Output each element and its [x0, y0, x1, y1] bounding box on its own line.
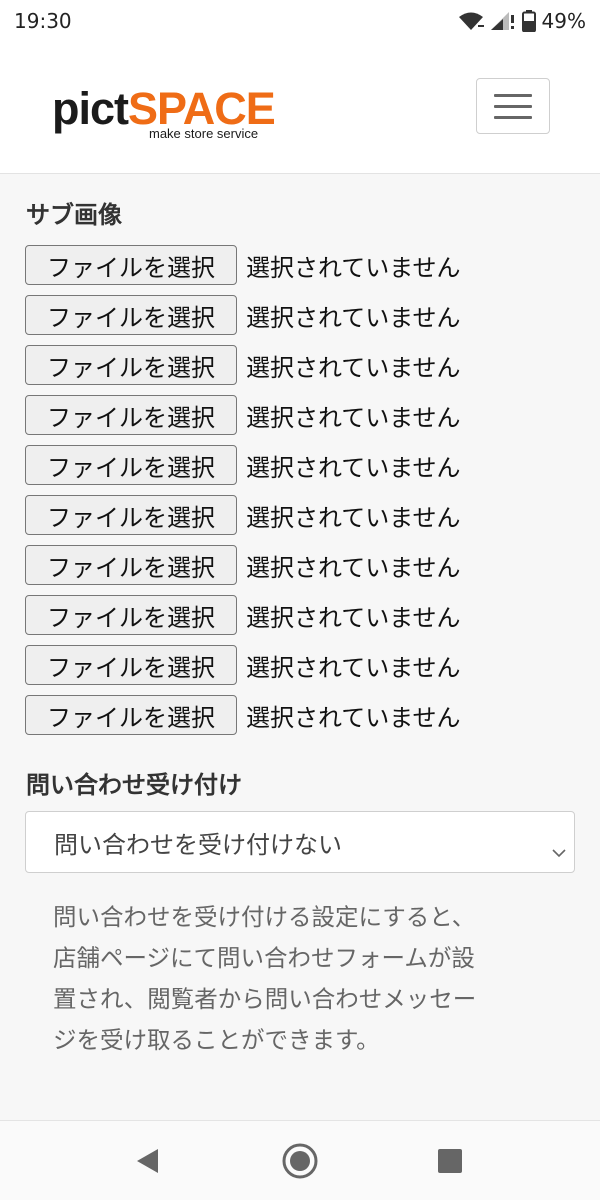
choose-file-button[interactable]: ファイルを選択 — [25, 245, 237, 285]
wifi-icon — [458, 11, 484, 31]
file-status-text: 選択されていません — [246, 403, 461, 432]
choose-file-button[interactable]: ファイルを選択 — [25, 445, 237, 485]
choose-file-button[interactable]: ファイルを選択 — [25, 295, 237, 335]
battery-icon — [521, 10, 536, 32]
choose-file-button[interactable]: ファイルを選択 — [25, 545, 237, 585]
menu-bar-icon — [494, 104, 532, 108]
inquiry-help-text: 問い合わせを受け付ける設定にすると、 店舗ページにて問い合わせフォームが設 置さ… — [53, 897, 553, 1061]
file-input-row: ファイルを選択 選択されていません — [25, 395, 461, 435]
inquiry-select-value: 問い合わせを受け付けない — [54, 830, 342, 859]
file-status-text: 選択されていません — [246, 503, 461, 532]
file-input-row: ファイルを選択 選択されていません — [25, 345, 461, 385]
chevron-down-icon — [552, 836, 566, 864]
help-line: ジを受け取ることができます。 — [53, 1026, 380, 1054]
help-line: 店舗ページにて問い合わせフォームが設 — [53, 944, 475, 972]
status-time: 19:30 — [14, 9, 72, 33]
file-status-text: 選択されていません — [246, 703, 461, 732]
file-status-text: 選択されていません — [246, 253, 461, 282]
choose-file-button[interactable]: ファイルを選択 — [25, 695, 237, 735]
inquiry-select[interactable]: 問い合わせを受け付けない — [25, 811, 575, 873]
cellular-signal-icon — [490, 11, 516, 31]
home-icon[interactable] — [281, 1142, 319, 1184]
logo-pict-text: pict — [52, 83, 129, 134]
file-input-row: ファイルを選択 選択されていません — [25, 245, 461, 285]
file-input-row: ファイルを選択 選択されていません — [25, 595, 461, 635]
choose-file-button[interactable]: ファイルを選択 — [25, 495, 237, 535]
menu-bar-icon — [494, 115, 532, 119]
file-status-text: 選択されていません — [246, 453, 461, 482]
logo-tagline: make store service — [149, 126, 259, 141]
file-status-text: 選択されていません — [246, 303, 461, 332]
status-icons: 49% — [458, 9, 586, 33]
navigation-bar — [0, 1120, 600, 1200]
choose-file-button[interactable]: ファイルを選択 — [25, 395, 237, 435]
hamburger-menu-button[interactable] — [476, 78, 550, 134]
file-input-row: ファイルを選択 選択されていません — [25, 495, 461, 535]
file-status-text: 選択されていません — [246, 553, 461, 582]
file-input-row: ファイルを選択 選択されていません — [25, 695, 461, 735]
status-bar: 19:30 49% — [0, 0, 600, 42]
help-line: 問い合わせを受け付ける設定にすると、 — [53, 903, 476, 931]
file-input-row: ファイルを選択 選択されていません — [25, 645, 461, 685]
main-content: サブ画像 ファイルを選択 選択されていません ファイルを選択 選択されていません… — [0, 175, 600, 1120]
recent-apps-icon[interactable] — [437, 1148, 463, 1178]
back-icon[interactable] — [134, 1147, 162, 1179]
file-input-row: ファイルを選択 選択されていません — [25, 545, 461, 585]
site-header: pictSPACE make store service — [0, 42, 600, 174]
battery-percent: 49% — [541, 9, 586, 33]
file-status-text: 選択されていません — [246, 353, 461, 382]
file-input-row: ファイルを選択 選択されていません — [25, 295, 461, 335]
inquiry-title: 問い合わせ受け付け — [26, 771, 242, 799]
menu-bar-icon — [494, 93, 532, 97]
file-status-text: 選択されていません — [246, 603, 461, 632]
choose-file-button[interactable]: ファイルを選択 — [25, 345, 237, 385]
choose-file-button[interactable]: ファイルを選択 — [25, 645, 237, 685]
choose-file-button[interactable]: ファイルを選択 — [25, 595, 237, 635]
file-status-text: 選択されていません — [246, 653, 461, 682]
file-input-row: ファイルを選択 選択されていません — [25, 445, 461, 485]
pictspace-logo[interactable]: pictSPACE make store service — [52, 86, 282, 142]
help-line: 置され、閲覧者から問い合わせメッセー — [53, 985, 477, 1013]
sub-images-title: サブ画像 — [26, 201, 122, 229]
